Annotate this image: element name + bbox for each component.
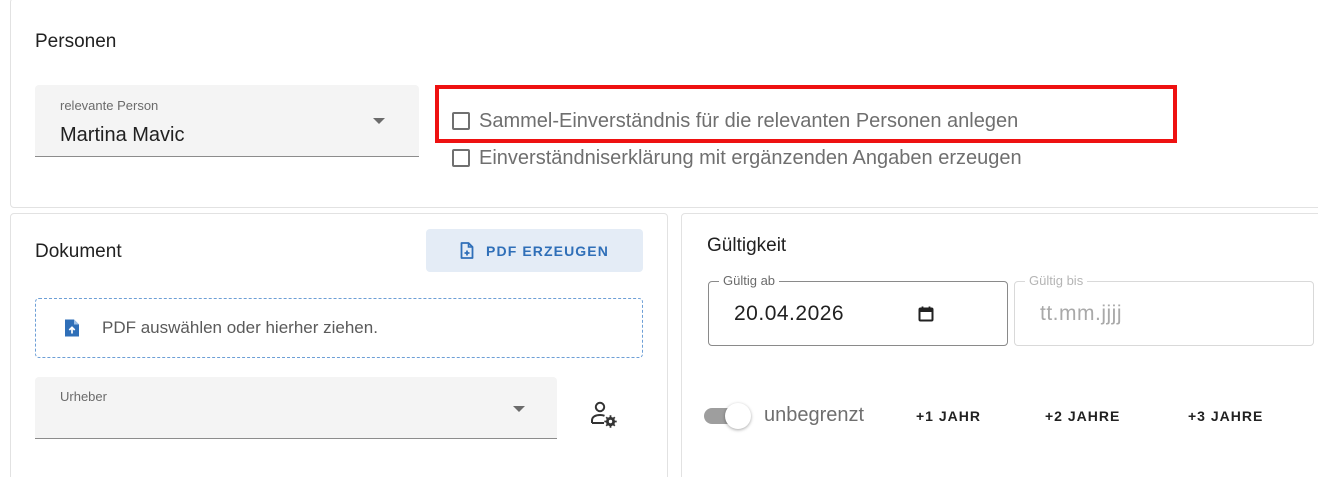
gueltigkeit-card: Gültigkeit Gültig ab 20.04.2026 Gültig b… bbox=[681, 213, 1318, 477]
gueltig-ab-label: Gültig ab bbox=[719, 273, 780, 288]
chevron-down-icon[interactable] bbox=[373, 118, 385, 124]
file-plus-icon bbox=[460, 242, 474, 259]
unbegrenzt-label: unbegrenzt bbox=[764, 404, 865, 426]
file-upload-icon bbox=[65, 319, 79, 337]
plus-2-jahre-button[interactable]: +2 JAHRE bbox=[1045, 408, 1120, 424]
calendar-icon[interactable] bbox=[918, 306, 934, 322]
pdf-erzeugen-button[interactable]: PDF ERZEUGEN bbox=[426, 229, 643, 272]
account-cog-icon[interactable] bbox=[589, 399, 619, 429]
gueltigkeit-title: Gültigkeit bbox=[707, 235, 787, 256]
relevante-person-label: relevante Person bbox=[60, 98, 159, 113]
urheber-label: Urheber bbox=[60, 389, 107, 404]
plus-3-jahre-button[interactable]: +3 JAHRE bbox=[1188, 408, 1263, 424]
einverstaendniserklaerung-checkbox[interactable] bbox=[452, 149, 470, 167]
einverstaendniserklaerung-label: Einverständniserklärung mit ergänzenden … bbox=[479, 146, 1022, 169]
relevante-person-value: Martina Mavic bbox=[60, 124, 185, 146]
chevron-down-icon[interactable] bbox=[513, 406, 525, 412]
gueltig-bis-field[interactable]: Gültig bis tt.mm.jjjj bbox=[1014, 273, 1314, 346]
highlight-annotation bbox=[435, 85, 1177, 143]
relevante-person-select[interactable]: relevante Person Martina Mavic bbox=[35, 85, 419, 157]
gueltig-ab-field[interactable]: Gültig ab 20.04.2026 bbox=[708, 273, 1008, 346]
pdf-erzeugen-label: PDF ERZEUGEN bbox=[486, 242, 609, 259]
unbegrenzt-switch-thumb[interactable] bbox=[725, 403, 751, 429]
plus-1-jahr-button[interactable]: +1 JAHR bbox=[916, 408, 981, 424]
page: Personen relevante Person Martina Mavic … bbox=[0, 0, 1318, 477]
dokument-card: Dokument PDF ERZEUGEN PDF auswählen oder… bbox=[10, 213, 668, 477]
personen-title: Personen bbox=[35, 31, 117, 52]
gueltig-ab-value: 20.04.2026 bbox=[734, 302, 845, 325]
pdf-dropzone-text: PDF auswählen oder hierher ziehen. bbox=[102, 318, 378, 337]
gueltig-bis-label: Gültig bis bbox=[1025, 273, 1088, 288]
personen-card: Personen relevante Person Martina Mavic … bbox=[10, 0, 1318, 208]
gueltig-bis-placeholder: tt.mm.jjjj bbox=[1040, 302, 1122, 325]
dokument-title: Dokument bbox=[35, 241, 122, 262]
pdf-dropzone[interactable]: PDF auswählen oder hierher ziehen. bbox=[35, 298, 643, 358]
urheber-select[interactable]: Urheber bbox=[35, 377, 557, 439]
einverstaendniserklaerung-checkbox-row[interactable]: Einverständniserklärung mit ergänzenden … bbox=[452, 144, 1022, 172]
